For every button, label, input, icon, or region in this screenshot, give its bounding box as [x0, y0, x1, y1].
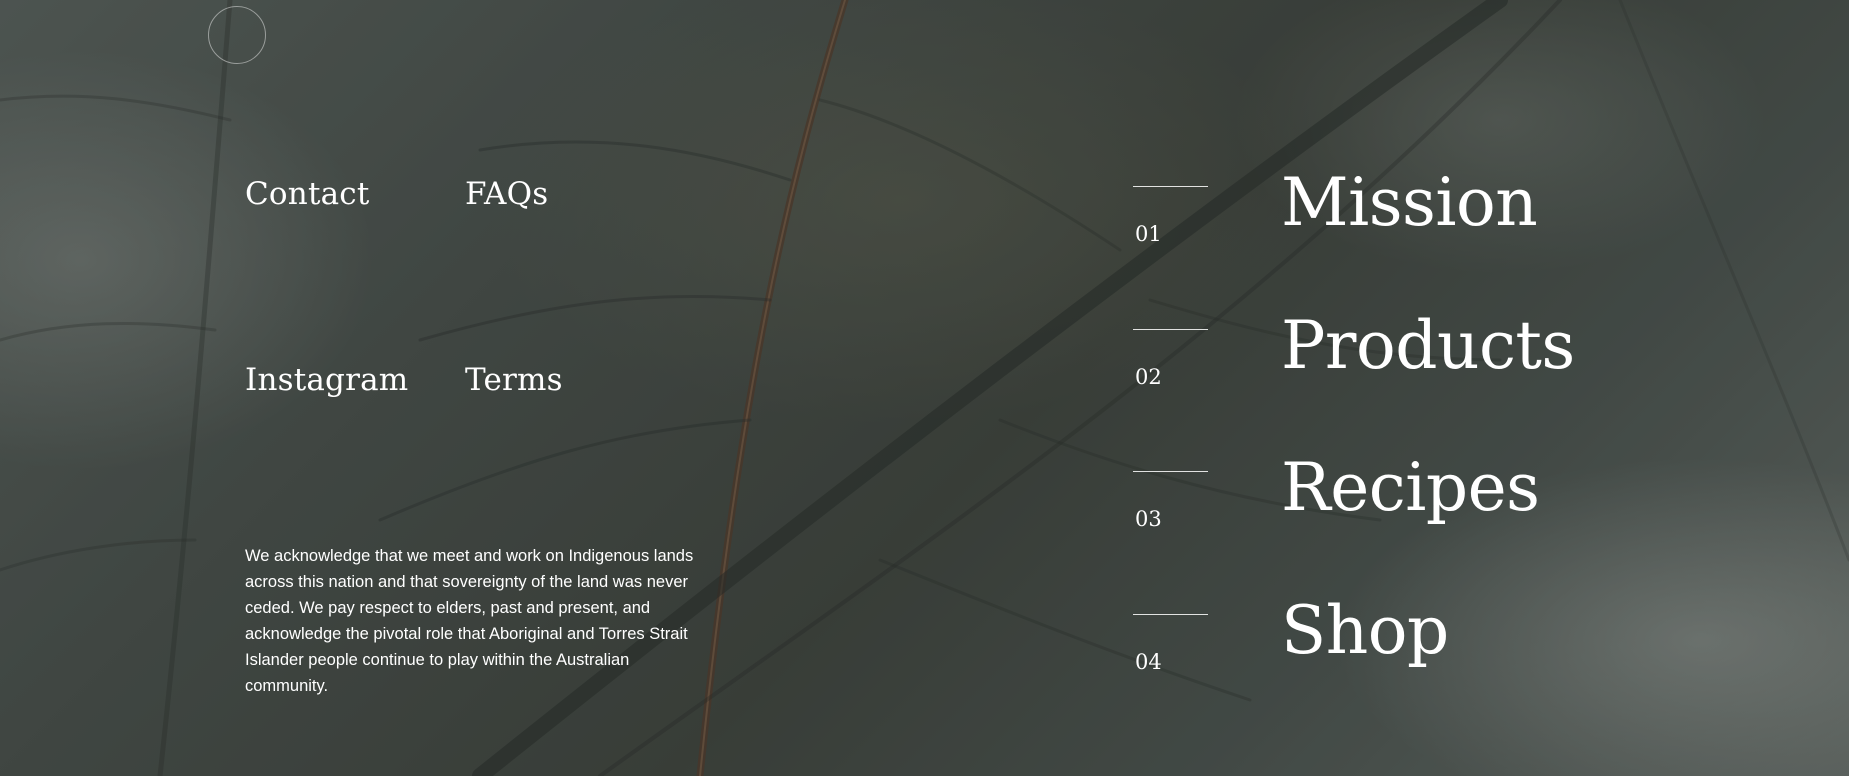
footer-link-contact[interactable]: Contact — [245, 176, 370, 212]
nav-number: 02 — [1135, 365, 1162, 389]
nav-number: 04 — [1135, 650, 1162, 674]
nav-link-shop[interactable]: Shop — [1281, 592, 1449, 669]
nav-item-mission[interactable]: 01 Mission — [1133, 164, 1653, 306]
acknowledgement-text: We acknowledge that we meet and work on … — [245, 547, 694, 695]
nav-item-recipes[interactable]: 03 Recipes — [1133, 449, 1653, 591]
nav-link-mission[interactable]: Mission — [1281, 164, 1538, 241]
nav-link-products[interactable]: Products — [1281, 307, 1575, 384]
footer-link-terms[interactable]: Terms — [465, 362, 563, 398]
nav-number: 03 — [1135, 507, 1162, 531]
circle-logo-icon[interactable] — [208, 6, 266, 64]
menu-overlay: Contact FAQs Instagram Terms We acknowle… — [0, 0, 1849, 776]
nav-divider — [1133, 614, 1208, 615]
nav-divider — [1133, 186, 1208, 187]
nav-divider — [1133, 471, 1208, 472]
footer-link-instagram[interactable]: Instagram — [245, 362, 408, 398]
nav-number: 01 — [1135, 222, 1162, 246]
nav-item-shop[interactable]: 04 Shop — [1133, 592, 1653, 734]
nav-divider — [1133, 329, 1208, 330]
nav-link-recipes[interactable]: Recipes — [1281, 449, 1540, 526]
nav-item-products[interactable]: 02 Products — [1133, 307, 1653, 449]
footer-link-faqs[interactable]: FAQs — [465, 176, 548, 212]
